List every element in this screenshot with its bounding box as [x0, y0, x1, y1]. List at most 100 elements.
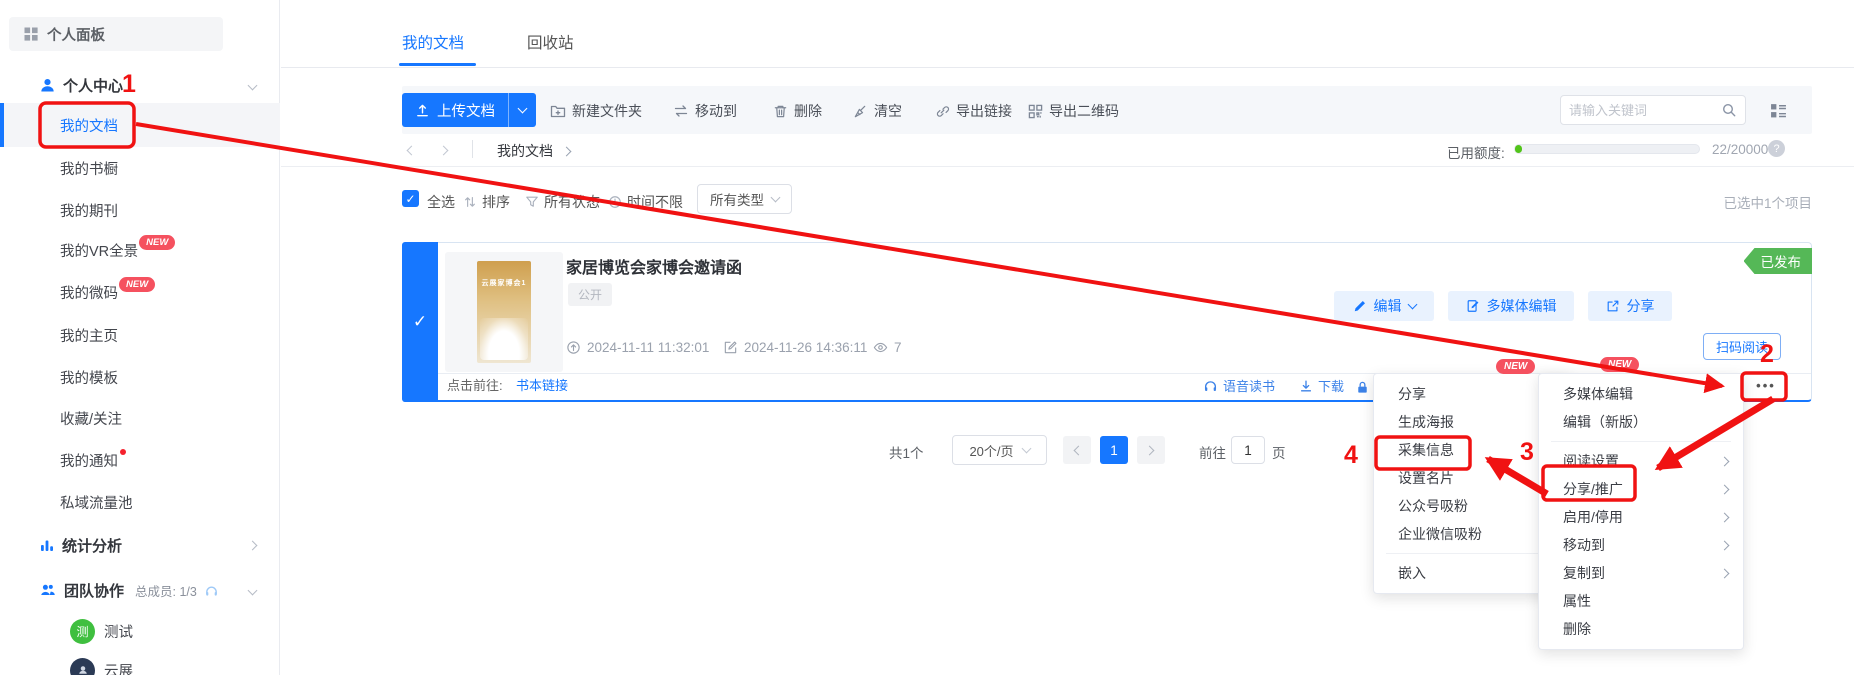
- book-link[interactable]: 书本链接: [516, 375, 568, 394]
- share-icon: [1606, 299, 1620, 313]
- new-folder-button[interactable]: 新建文件夹: [550, 101, 642, 121]
- document-thumbnail[interactable]: 云展家博会1: [445, 252, 563, 372]
- headset-icon[interactable]: [204, 583, 219, 598]
- move-to-button[interactable]: 移动到: [673, 101, 737, 121]
- breadcrumb-forward-button[interactable]: [439, 146, 449, 156]
- scan-to-read-button[interactable]: 扫码阅读: [1703, 333, 1781, 360]
- menu-item-move-to[interactable]: 移动到: [1539, 531, 1743, 559]
- upload-document-split-button[interactable]: 上传文档: [402, 93, 536, 127]
- next-page-button[interactable]: [1137, 436, 1165, 464]
- publish-time-icon: [566, 340, 581, 355]
- clear-button[interactable]: 清空: [853, 101, 902, 121]
- breadcrumb[interactable]: 我的文档: [497, 141, 553, 161]
- chevron-down-icon: [248, 80, 258, 90]
- media-edit-icon: [1466, 299, 1480, 313]
- share-button[interactable]: 分享: [1588, 291, 1672, 321]
- menu-label: 属性: [1563, 593, 1591, 609]
- sidebar-group-team[interactable]: 团队协作 总成员: 1/3: [0, 575, 280, 605]
- menu-label: 多媒体编辑: [1563, 386, 1633, 402]
- search-icon[interactable]: [1721, 102, 1737, 118]
- member-avatar: [70, 658, 95, 675]
- sidebar-group-personal-center[interactable]: 个人中心: [0, 70, 280, 100]
- export-qr-button[interactable]: 导出二维码: [1028, 101, 1119, 121]
- status-filter[interactable]: 所有状态: [525, 192, 600, 212]
- sidebar-item-my-journals[interactable]: 我的期刊: [0, 195, 280, 225]
- new-folder-label: 新建文件夹: [572, 101, 642, 121]
- media-edit-label: 多媒体编辑: [1487, 296, 1557, 316]
- select-all-label[interactable]: 全选: [427, 192, 455, 212]
- sidebar-item-private-traffic[interactable]: 私域流量池: [0, 487, 280, 517]
- sidebar-item-favorites[interactable]: 收藏/关注: [0, 403, 280, 433]
- delete-button[interactable]: 删除: [773, 101, 822, 121]
- document-cover: 云展家博会1: [477, 261, 531, 363]
- tab-my-documents[interactable]: 我的文档: [402, 31, 464, 53]
- sidebar-item-my-vr[interactable]: 我的VR全景 NEW: [0, 235, 280, 265]
- edit-button[interactable]: 编辑: [1334, 291, 1434, 321]
- select-all-checkbox[interactable]: ✓: [402, 190, 419, 207]
- search-input[interactable]: [1569, 103, 1721, 118]
- export-link-button[interactable]: 导出链接: [935, 101, 1012, 121]
- menu-item-properties[interactable]: 属性: [1539, 587, 1743, 615]
- sidebar-item-my-homepage[interactable]: 我的主页: [0, 320, 280, 350]
- voice-read-button[interactable]: 语音读书: [1203, 376, 1275, 395]
- menu-label: 编辑（新版）: [1563, 414, 1647, 430]
- quota-label: 已用额度:: [1447, 142, 1505, 162]
- sidebar-item-my-bookshelf[interactable]: 我的书橱: [0, 153, 280, 183]
- sidebar-item-notifications[interactable]: 我的通知: [0, 445, 280, 475]
- sidebar-item-my-templates[interactable]: 我的模板: [0, 362, 280, 392]
- download-button[interactable]: 下载: [1299, 376, 1344, 395]
- team-member-test[interactable]: 测 测试: [0, 616, 280, 646]
- card-selected-checkmark[interactable]: ✓: [402, 242, 438, 402]
- menu-item-copy-to[interactable]: 复制到: [1539, 559, 1743, 587]
- menu-item-edit-new[interactable]: 编辑（新版）: [1539, 408, 1743, 436]
- dashboard-grid-icon: [23, 26, 39, 42]
- menu-label: 分享/推广: [1563, 481, 1623, 497]
- menu-item-reading-settings[interactable]: 阅读设置: [1539, 447, 1743, 475]
- current-page-button[interactable]: 1: [1100, 436, 1128, 464]
- download-label: 下载: [1318, 376, 1344, 395]
- goto-page-input[interactable]: [1231, 436, 1265, 464]
- time-filter[interactable]: 时间不限: [608, 192, 683, 212]
- sidebar-group-statistics[interactable]: 统计分析: [0, 530, 280, 560]
- sidebar-item-dashboard[interactable]: 个人面板: [9, 17, 223, 51]
- upload-dropdown-button[interactable]: [509, 108, 536, 112]
- view-toggle-icon[interactable]: [1770, 102, 1787, 119]
- toolbar: 上传文档 新建文件夹 移动到 删除 清空 导出链接 导出二维码: [402, 86, 1812, 134]
- media-edit-button[interactable]: 多媒体编辑: [1448, 291, 1574, 321]
- menu-item-share-promote[interactable]: 分享/推广: [1539, 475, 1743, 503]
- status-badge: 已发布: [1744, 248, 1813, 274]
- more-actions-button[interactable]: •••: [1744, 375, 1788, 396]
- sidebar-item-label: 我的书橱: [60, 158, 118, 179]
- new-badge: NEW: [1496, 359, 1535, 374]
- lock-button[interactable]: [1355, 380, 1370, 395]
- sidebar-item-label: 我的主页: [60, 325, 118, 346]
- sidebar-item-my-microcode[interactable]: 我的微码 NEW: [0, 277, 280, 307]
- new-badge: NEW: [139, 235, 175, 250]
- sort-button[interactable]: 排序: [463, 192, 510, 212]
- quota-value: 22/20000: [1712, 142, 1768, 157]
- upload-document-button[interactable]: 上传文档: [402, 100, 508, 121]
- share-label: 分享: [1627, 296, 1655, 316]
- tab-recycle-bin[interactable]: 回收站: [527, 31, 574, 53]
- team-members-count: 总成员: 1/3: [135, 581, 197, 600]
- move-arrows-icon: [673, 103, 689, 119]
- qr-code-icon: [1028, 104, 1043, 119]
- chevron-down-icon: [248, 585, 258, 595]
- breadcrumb-back-button[interactable]: [407, 146, 417, 156]
- sidebar-item-label: 我的通知: [60, 450, 118, 471]
- page-size-select[interactable]: 20个/页: [952, 435, 1047, 465]
- menu-item-enable-disable[interactable]: 启用/停用: [1539, 503, 1743, 531]
- team-member-yunzhan[interactable]: 云展: [0, 655, 280, 675]
- sidebar-item-label: 我的模板: [60, 367, 118, 388]
- type-filter-select[interactable]: 所有类型: [697, 184, 792, 214]
- document-title[interactable]: 家居博览会家博会邀请函: [566, 254, 742, 278]
- menu-item-delete[interactable]: 删除: [1539, 615, 1743, 643]
- help-icon[interactable]: ?: [1768, 140, 1785, 157]
- menu-item-media-edit[interactable]: 多媒体编辑: [1539, 380, 1743, 408]
- view-count-value: 7: [894, 340, 902, 355]
- menu-label: 设置名片: [1398, 470, 1454, 486]
- sidebar-item-my-documents[interactable]: 我的文档: [0, 103, 280, 147]
- sidebar-item-label: 收藏/关注: [60, 408, 122, 429]
- prev-page-button[interactable]: [1063, 436, 1091, 464]
- label: 全选: [427, 192, 455, 212]
